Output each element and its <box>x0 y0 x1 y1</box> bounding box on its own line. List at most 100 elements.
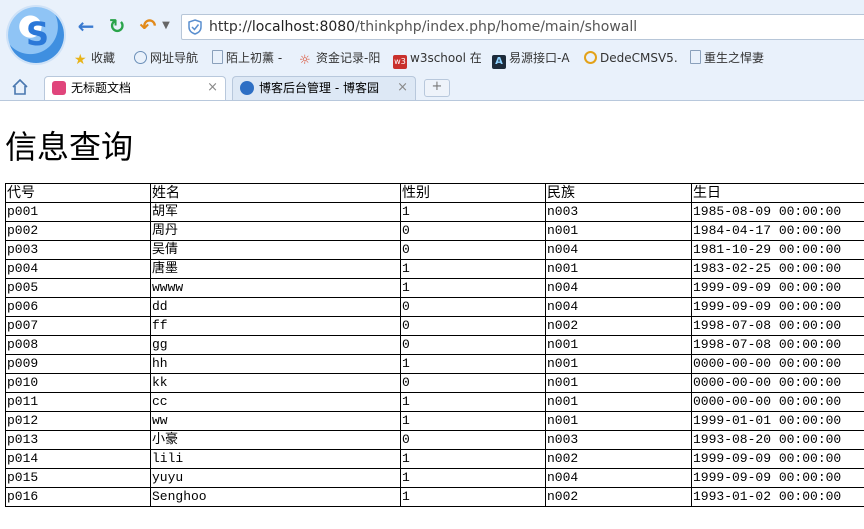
cell-name: ww <box>150 411 401 431</box>
cell-name: 胡军 <box>150 202 401 222</box>
tab-favicon-icon <box>52 81 66 95</box>
cell-nation: n001 <box>545 373 692 393</box>
cell-birthday: 1984-04-17 00:00:00 <box>691 221 864 241</box>
cell-code: p010 <box>5 373 151 393</box>
logo-s-icon: S <box>26 15 50 53</box>
bookmark-label: DedeCMSV5. <box>600 51 678 65</box>
cell-nation: n001 <box>545 335 692 355</box>
back-arrow-icon[interactable]: ← <box>75 15 97 37</box>
cell-nation: n002 <box>545 487 692 507</box>
undo-icon[interactable]: ↶ <box>138 15 158 37</box>
tab-untitled-document[interactable]: 无标题文档 × <box>44 76 226 100</box>
cell-code: p007 <box>5 316 151 336</box>
cell-sex: 1 <box>400 259 546 279</box>
home-icon[interactable] <box>10 77 30 97</box>
bookmark-moshang[interactable]: 陌上初薰 - <box>212 49 282 67</box>
column-header-birthday: 生日 <box>691 183 864 203</box>
bookmark-funds[interactable]: ☼ 资金记录-阳 <box>299 49 381 68</box>
bookmark-favorites[interactable]: ★ 收藏 <box>74 49 115 67</box>
reload-icon[interactable]: ↻ <box>105 15 129 37</box>
cell-sex: 1 <box>400 354 546 374</box>
cell-code: p006 <box>5 297 151 317</box>
table-row: p007 ff 0 n002 1998-07-08 00:00:00 <box>5 316 864 336</box>
bookmark-w3school[interactable]: w3 w3school 在 <box>393 49 482 69</box>
cell-name: 唐墨 <box>150 259 401 279</box>
cell-code: p013 <box>5 430 151 450</box>
cell-birthday: 1999-09-09 00:00:00 <box>691 449 864 469</box>
browser-logo[interactable]: S <box>8 7 64 63</box>
table-row: p009 hh 1 n001 0000-00-00 00:00:00 <box>5 354 864 374</box>
cell-birthday: 1993-01-02 00:00:00 <box>691 487 864 507</box>
cell-nation: n004 <box>545 468 692 488</box>
cell-name: 吴倩 <box>150 240 401 260</box>
table-row: p010 kk 0 n001 0000-00-00 00:00:00 <box>5 373 864 393</box>
cell-nation: n002 <box>545 316 692 336</box>
w3-icon: w3 <box>393 55 407 69</box>
a-icon: A <box>492 55 506 69</box>
cell-sex: 0 <box>400 335 546 355</box>
table-row: p005 wwww 1 n004 1999-09-09 00:00:00 <box>5 278 864 298</box>
page-icon <box>212 50 223 64</box>
cell-sex: 0 <box>400 221 546 241</box>
cell-birthday: 1983-02-25 00:00:00 <box>691 259 864 279</box>
sun-icon: ☼ <box>299 53 311 68</box>
tab-blog-admin[interactable]: 博客后台管理 - 博客园 × <box>232 76 416 100</box>
column-header-code: 代号 <box>5 183 151 203</box>
close-icon[interactable]: × <box>397 77 408 99</box>
cell-nation: n004 <box>545 240 692 260</box>
bookmark-yiyuan[interactable]: A 易源接口-A <box>492 49 570 69</box>
cell-birthday: 1999-01-01 00:00:00 <box>691 411 864 431</box>
table-row: p003 吴倩 0 n004 1981-10-29 00:00:00 <box>5 240 864 260</box>
close-icon[interactable]: × <box>207 77 218 99</box>
cell-nation: n004 <box>545 278 692 298</box>
cell-birthday: 1998-07-08 00:00:00 <box>691 316 864 336</box>
cell-name: dd <box>150 297 401 317</box>
table-row: p012 ww 1 n001 1999-01-01 00:00:00 <box>5 411 864 431</box>
bookmark-label: 收藏 <box>91 51 116 65</box>
cell-birthday: 1999-09-09 00:00:00 <box>691 278 864 298</box>
star-icon: ★ <box>74 52 87 68</box>
cell-code: p009 <box>5 354 151 374</box>
cell-birthday: 0000-00-00 00:00:00 <box>691 373 864 393</box>
cell-nation: n002 <box>545 449 692 469</box>
tab-label: 博客后台管理 - 博客园 <box>259 81 379 95</box>
globe-icon <box>134 51 147 64</box>
table-row: p002 周丹 0 n001 1984-04-17 00:00:00 <box>5 221 864 241</box>
cell-code: p004 <box>5 259 151 279</box>
new-tab-button[interactable]: + <box>424 79 450 97</box>
cell-code: p008 <box>5 335 151 355</box>
tab-strip: 无标题文档 × 博客后台管理 - 博客园 × + <box>0 74 864 100</box>
cell-birthday: 1993-08-20 00:00:00 <box>691 430 864 450</box>
address-bar[interactable]: http://localhost:8080/thinkphp/index.php… <box>181 14 864 40</box>
cell-name: yuyu <box>150 468 401 488</box>
cell-name: 小豪 <box>150 430 401 450</box>
table-row: p001 胡军 1 n003 1985-08-09 00:00:00 <box>5 202 864 222</box>
cell-nation: n001 <box>545 411 692 431</box>
cell-code: p015 <box>5 468 151 488</box>
cell-sex: 0 <box>400 316 546 336</box>
cell-sex: 1 <box>400 278 546 298</box>
cell-nation: n003 <box>545 430 692 450</box>
cell-code: p001 <box>5 202 151 222</box>
cell-name: hh <box>150 354 401 374</box>
cell-code: p002 <box>5 221 151 241</box>
undo-dropdown-chevron-icon[interactable]: ▼ <box>160 15 172 37</box>
bookmark-chongsheng[interactable]: 重生之悍妻 <box>690 49 764 67</box>
cell-sex: 0 <box>400 430 546 450</box>
bookmark-label: 易源接口-A <box>509 51 570 65</box>
cell-sex: 1 <box>400 392 546 412</box>
bookmark-label: 陌上初薰 - <box>226 51 283 65</box>
bookmark-dedecms[interactable]: DedeCMSV5. <box>584 49 678 67</box>
cell-code: p016 <box>5 487 151 507</box>
cell-name: kk <box>150 373 401 393</box>
column-header-name: 姓名 <box>150 183 401 203</box>
table-row: p011 cc 1 n001 0000-00-00 00:00:00 <box>5 392 864 412</box>
url-host: localhost:8080 <box>251 19 356 35</box>
column-header-nation: 民族 <box>545 183 692 203</box>
bookmark-nav[interactable]: 网址导航 <box>134 49 198 67</box>
dede-icon <box>584 51 597 64</box>
cell-sex: 1 <box>400 487 546 507</box>
info-table: 代号 姓名 性别 民族 生日 p001 胡军 1 n003 1985-08-09 00:… <box>5 183 864 507</box>
bookmark-label: 资金记录-阳 <box>316 51 381 65</box>
table-row: p013 小豪 0 n003 1993-08-20 00:00:00 <box>5 430 864 450</box>
